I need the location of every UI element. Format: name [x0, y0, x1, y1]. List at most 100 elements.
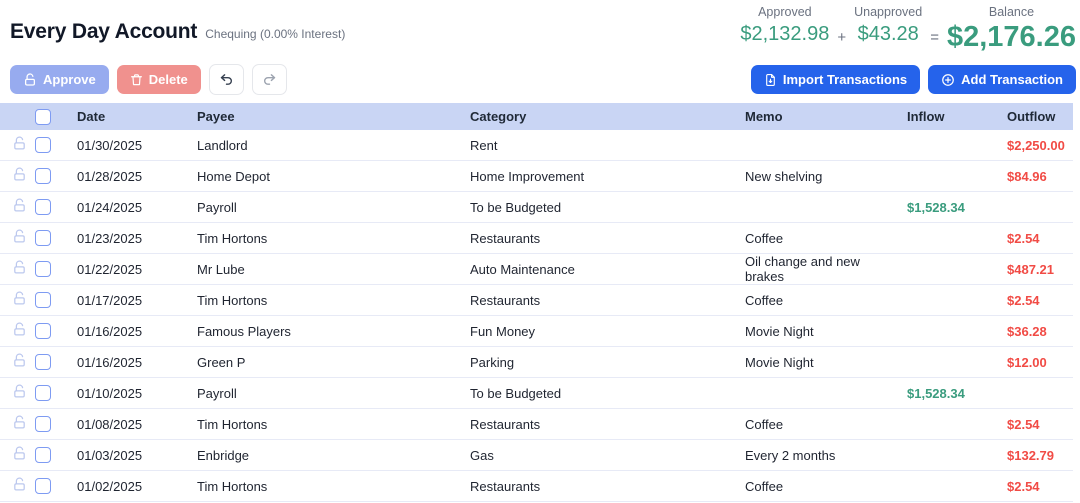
- cell-date[interactable]: 01/23/2025: [77, 231, 197, 246]
- unlock-icon[interactable]: [12, 353, 27, 371]
- cell-date[interactable]: 01/03/2025: [77, 448, 197, 463]
- cell-memo[interactable]: Every 2 months: [745, 448, 895, 463]
- import-transactions-button[interactable]: Import Transactions: [750, 65, 921, 94]
- row-checkbox[interactable]: [35, 323, 51, 339]
- cell-payee[interactable]: Tim Hortons: [197, 417, 470, 432]
- transaction-row[interactable]: 01/16/2025 Famous Players Fun Money Movi…: [0, 316, 1073, 347]
- unlock-icon[interactable]: [12, 415, 27, 433]
- unlock-icon[interactable]: [12, 167, 27, 185]
- cell-category[interactable]: Restaurants: [470, 417, 745, 432]
- unlock-icon[interactable]: [12, 229, 27, 247]
- cell-date[interactable]: 01/16/2025: [77, 355, 197, 370]
- transaction-row[interactable]: 01/23/2025 Tim Hortons Restaurants Coffe…: [0, 223, 1073, 254]
- cell-outflow[interactable]: $2.54: [1007, 479, 1073, 494]
- transaction-row[interactable]: 01/16/2025 Green P Parking Movie Night $…: [0, 347, 1073, 378]
- cell-payee[interactable]: Landlord: [197, 138, 470, 153]
- cell-memo[interactable]: Coffee: [745, 293, 895, 308]
- cell-category[interactable]: Fun Money: [470, 324, 745, 339]
- cell-outflow[interactable]: $84.96: [1007, 169, 1073, 184]
- cell-memo[interactable]: Coffee: [745, 417, 895, 432]
- cell-payee[interactable]: Green P: [197, 355, 470, 370]
- cell-memo[interactable]: Coffee: [745, 479, 895, 494]
- cell-category[interactable]: Auto Maintenance: [470, 262, 745, 277]
- cell-date[interactable]: 01/08/2025: [77, 417, 197, 432]
- cell-date[interactable]: 01/30/2025: [77, 138, 197, 153]
- transaction-row[interactable]: 01/22/2025 Mr Lube Auto Maintenance Oil …: [0, 254, 1073, 285]
- transaction-row[interactable]: 01/30/2025 Landlord Rent $2,250.00: [0, 130, 1073, 161]
- cell-payee[interactable]: Tim Hortons: [197, 293, 470, 308]
- cell-outflow[interactable]: $12.00: [1007, 355, 1073, 370]
- unlock-icon[interactable]: [12, 477, 27, 495]
- transaction-row[interactable]: 01/08/2025 Tim Hortons Restaurants Coffe…: [0, 409, 1073, 440]
- row-checkbox[interactable]: [35, 447, 51, 463]
- select-all-checkbox[interactable]: [35, 108, 51, 125]
- delete-button[interactable]: Delete: [116, 65, 201, 94]
- cell-date[interactable]: 01/22/2025: [77, 262, 197, 277]
- cell-category[interactable]: Restaurants: [470, 231, 745, 246]
- cell-category[interactable]: To be Budgeted: [470, 200, 745, 215]
- cell-payee[interactable]: Tim Hortons: [197, 479, 470, 494]
- unlock-icon[interactable]: [12, 322, 27, 340]
- cell-outflow[interactable]: $2,250.00: [1007, 138, 1073, 153]
- cell-outflow[interactable]: $2.54: [1007, 231, 1073, 246]
- cell-category[interactable]: Home Improvement: [470, 169, 745, 184]
- cell-memo[interactable]: Coffee: [745, 231, 895, 246]
- row-checkbox[interactable]: [35, 478, 51, 494]
- cell-payee[interactable]: Home Depot: [197, 169, 470, 184]
- cell-outflow[interactable]: $2.54: [1007, 293, 1073, 308]
- cell-payee[interactable]: Famous Players: [197, 324, 470, 339]
- cell-date[interactable]: 01/28/2025: [77, 169, 197, 184]
- cell-memo[interactable]: Movie Night: [745, 355, 895, 370]
- cell-date[interactable]: 01/17/2025: [77, 293, 197, 308]
- row-checkbox[interactable]: [35, 292, 51, 308]
- cell-date[interactable]: 01/10/2025: [77, 386, 197, 401]
- unlock-icon[interactable]: [12, 136, 27, 154]
- cell-payee[interactable]: Payroll: [197, 386, 470, 401]
- cell-outflow[interactable]: $2.54: [1007, 417, 1073, 432]
- cell-payee[interactable]: Enbridge: [197, 448, 470, 463]
- transaction-row[interactable]: 01/24/2025 Payroll To be Budgeted $1,528…: [0, 192, 1073, 223]
- cell-outflow[interactable]: $36.28: [1007, 324, 1073, 339]
- cell-outflow[interactable]: $487.21: [1007, 262, 1073, 277]
- cell-memo[interactable]: Movie Night: [745, 324, 895, 339]
- redo-button[interactable]: [251, 64, 287, 95]
- cell-inflow[interactable]: $1,528.34: [895, 386, 1007, 401]
- cell-outflow[interactable]: $132.79: [1007, 448, 1073, 463]
- undo-button[interactable]: [208, 64, 244, 95]
- row-checkbox[interactable]: [35, 168, 51, 184]
- cell-inflow[interactable]: $1,528.34: [895, 200, 1007, 215]
- cell-memo[interactable]: New shelving: [745, 169, 895, 184]
- unlock-icon[interactable]: [12, 384, 27, 402]
- cell-payee[interactable]: Mr Lube: [197, 262, 470, 277]
- transaction-row[interactable]: 01/10/2025 Payroll To be Budgeted $1,528…: [0, 378, 1073, 409]
- cell-date[interactable]: 01/02/2025: [77, 479, 197, 494]
- row-checkbox[interactable]: [35, 199, 51, 215]
- cell-payee[interactable]: Payroll: [197, 200, 470, 215]
- row-checkbox[interactable]: [35, 354, 51, 370]
- unlock-icon[interactable]: [12, 291, 27, 309]
- cell-category[interactable]: Restaurants: [470, 293, 745, 308]
- cell-category[interactable]: Parking: [470, 355, 745, 370]
- transaction-row[interactable]: 01/28/2025 Home Depot Home Improvement N…: [0, 161, 1073, 192]
- row-checkbox[interactable]: [35, 416, 51, 432]
- cell-category[interactable]: Rent: [470, 138, 745, 153]
- row-checkbox[interactable]: [35, 261, 51, 277]
- cell-category[interactable]: Restaurants: [470, 479, 745, 494]
- unlock-icon[interactable]: [12, 446, 27, 464]
- cell-date[interactable]: 01/16/2025: [77, 324, 197, 339]
- cell-category[interactable]: Gas: [470, 448, 745, 463]
- row-checkbox[interactable]: [35, 230, 51, 246]
- transaction-row[interactable]: 01/03/2025 Enbridge Gas Every 2 months $…: [0, 440, 1073, 471]
- unlock-icon[interactable]: [12, 260, 27, 278]
- cell-category[interactable]: To be Budgeted: [470, 386, 745, 401]
- cell-date[interactable]: 01/24/2025: [77, 200, 197, 215]
- add-transaction-button[interactable]: Add Transaction: [928, 65, 1076, 94]
- transaction-row[interactable]: 01/02/2025 Tim Hortons Restaurants Coffe…: [0, 471, 1073, 502]
- row-checkbox[interactable]: [35, 137, 51, 153]
- cell-payee[interactable]: Tim Hortons: [197, 231, 470, 246]
- unlock-icon[interactable]: [12, 198, 27, 216]
- row-checkbox[interactable]: [35, 385, 51, 401]
- cell-memo[interactable]: Oil change and new brakes: [745, 254, 895, 284]
- approve-button[interactable]: Approve: [10, 65, 109, 94]
- transaction-row[interactable]: 01/17/2025 Tim Hortons Restaurants Coffe…: [0, 285, 1073, 316]
